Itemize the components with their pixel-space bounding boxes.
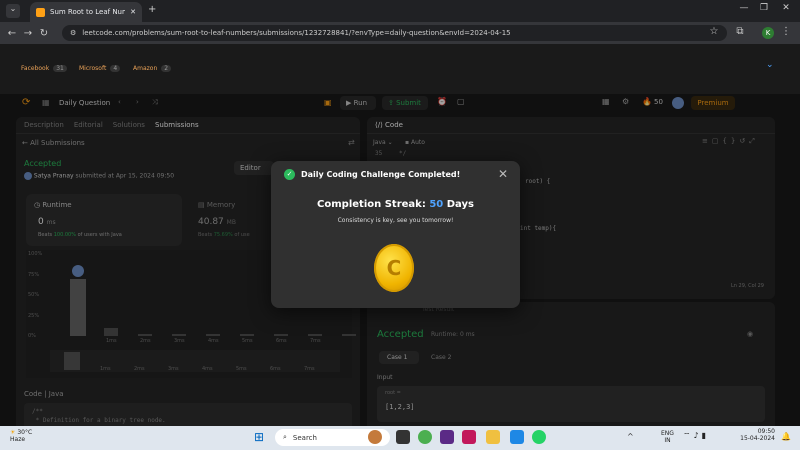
windows-start-icon[interactable]: ⊞ — [254, 430, 264, 444]
address-bar[interactable]: ⚙ leetcode.com/problems/sum-root-to-leaf… — [62, 25, 727, 41]
daily-challenge-modal: ✓ Daily Coding Challenge Completed! ✕ Co… — [271, 161, 520, 308]
task-view-icon[interactable] — [396, 430, 410, 444]
lang-line1: ENG — [661, 430, 674, 437]
language-indicator[interactable]: ENG IN — [661, 430, 674, 444]
streak-subtitle: Consistency is key, see you tomorrow! — [337, 217, 454, 224]
site-info-icon[interactable]: ⚙ — [70, 29, 76, 37]
back-icon[interactable]: ← — [4, 28, 20, 39]
company-count: 2 — [161, 65, 172, 72]
photos-icon[interactable] — [510, 430, 524, 444]
browser-tab[interactable]: Sum Root to Leaf Numbers - Le ✕ — [30, 2, 142, 22]
company-name: Microsoft — [79, 65, 107, 72]
system-tray-icons[interactable]: ⌔♪▮ — [683, 431, 709, 441]
browser-toolbar: ← → ↻ ⚙ leetcode.com/problems/sum-root-t… — [0, 22, 800, 44]
company-tag-microsoft[interactable]: Microsoft 4 — [79, 65, 121, 72]
close-window-icon[interactable]: ✕ — [776, 3, 796, 13]
maximize-icon[interactable]: ❐ — [754, 3, 774, 13]
company-name: Facebook — [21, 65, 50, 72]
bookmark-star-icon[interactable]: ☆ — [706, 26, 722, 37]
company-count: 4 — [110, 65, 121, 72]
weather-desc: Haze — [10, 436, 26, 443]
url-text: leetcode.com/problems/sum-root-to-leaf-n… — [82, 29, 511, 37]
chrome-icon[interactable] — [418, 430, 432, 444]
clock-date: 15-04-2024 — [740, 435, 775, 442]
close-modal-icon[interactable]: ✕ — [498, 167, 508, 181]
menu-icon[interactable]: ⋮ — [778, 26, 794, 37]
streak-number: 50 — [429, 199, 444, 210]
leetcode-favicon-icon — [36, 7, 45, 17]
reload-icon[interactable]: ↻ — [36, 28, 52, 39]
leetcode-coin-icon: C — [374, 244, 414, 292]
browser-tab-title: Sum Root to Leaf Numbers - Le — [50, 8, 125, 16]
minimize-icon[interactable]: — — [734, 3, 754, 13]
weather-sun-icon: ☀ — [10, 429, 16, 436]
intellij-icon[interactable] — [462, 430, 476, 444]
completion-streak: Completion Streak: 50 Days — [271, 199, 520, 210]
modal-title: Daily Coding Challenge Completed! — [301, 170, 461, 179]
company-count: 31 — [53, 65, 67, 72]
weather-widget[interactable]: ☀ 30°C Haze — [10, 429, 32, 443]
extensions-icon[interactable]: ⧉ — [732, 26, 748, 37]
profile-avatar[interactable]: K — [762, 27, 774, 39]
show-hidden-icons-icon[interactable]: ^ — [627, 432, 634, 441]
company-tag-amazon[interactable]: Amazon 2 — [133, 65, 172, 72]
forward-icon[interactable]: → — [20, 28, 36, 39]
streak-label: Completion Streak: — [317, 199, 426, 210]
search-highlight-icon[interactable] — [368, 430, 382, 444]
notification-icon[interactable]: 🔔 — [781, 432, 791, 441]
new-tab-icon[interactable]: + — [148, 4, 156, 15]
visual-studio-icon[interactable] — [440, 430, 454, 444]
streak-unit: Days — [446, 199, 474, 210]
search-placeholder: Search — [292, 433, 317, 442]
company-name: Amazon — [133, 65, 158, 72]
lang-line2: IN — [664, 437, 671, 444]
file-explorer-icon[interactable] — [486, 430, 500, 444]
weather-temp: 30°C — [17, 429, 33, 436]
tab-search-icon[interactable]: ⌄ — [6, 4, 20, 18]
collapse-chevron-icon[interactable]: ⌄ — [766, 60, 774, 70]
taskbar-clock[interactable]: 09:50 15-04-2024 — [735, 428, 775, 442]
check-circle-icon: ✓ — [284, 169, 295, 180]
whatsapp-icon[interactable] — [532, 430, 546, 444]
company-tag-facebook[interactable]: Facebook 31 — [21, 65, 67, 72]
search-icon: ⌕ — [283, 433, 287, 441]
close-tab-icon[interactable]: ✕ — [130, 8, 136, 16]
clock-time: 09:50 — [757, 428, 775, 435]
